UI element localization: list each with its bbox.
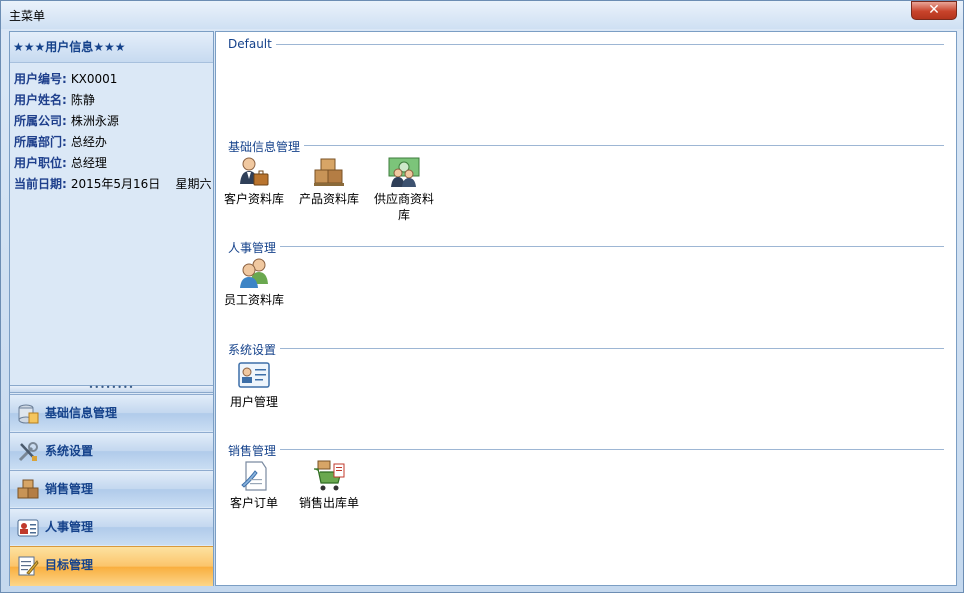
company-row: 所属公司: 株洲永源 xyxy=(14,112,119,130)
group-divider xyxy=(228,449,944,450)
tile-label: 供应商资料库 xyxy=(373,192,434,222)
info-value: 陈静 xyxy=(70,93,95,107)
info-label: 所属部门: xyxy=(14,135,67,149)
group-divider xyxy=(228,44,944,45)
window-title: 主菜单 xyxy=(9,9,46,23)
title-bar[interactable]: 主菜单 ✕ xyxy=(1,1,963,29)
date-row: 当前日期: 2015年5月16日 星期六 xyxy=(14,175,212,193)
nav-label: 人事管理 xyxy=(45,520,94,534)
id-card-icon xyxy=(17,519,39,537)
nav-item-hr[interactable]: 人事管理 xyxy=(10,508,213,545)
tile-user-management[interactable]: 用户管理 xyxy=(219,358,289,410)
group-divider xyxy=(228,348,944,349)
customer-icon xyxy=(240,157,269,186)
tile-label: 客户订单 xyxy=(229,496,278,510)
user-card-icon xyxy=(238,362,270,388)
group-default: Default xyxy=(216,37,956,127)
tools-icon xyxy=(18,442,38,462)
group-divider xyxy=(228,145,944,146)
group-system-settings: 系统设置 用户管理 xyxy=(216,341,956,436)
group-title: 系统设置 xyxy=(228,341,281,358)
group-title: 销售管理 xyxy=(228,442,281,459)
tile-product-db[interactable]: 产品资料库 xyxy=(294,155,364,207)
main-panel: Default 基础信息管理 客户资料库 产品资料库 供应商资料库 人事管理 员… xyxy=(215,31,957,586)
info-value: 2015年5月16日 星期六 xyxy=(70,177,212,191)
tile-label: 用户管理 xyxy=(229,395,278,409)
group-title: 人事管理 xyxy=(228,239,281,256)
database-icon xyxy=(18,404,39,424)
info-value: 株洲永源 xyxy=(70,114,119,128)
main-window: 主菜单 ✕ ★★★用户信息★★★ 用户编号: KX0001 用户姓名: 陈静 所属公… xyxy=(0,0,964,593)
position-row: 用户职位: 总经理 xyxy=(14,154,107,172)
group-title: Default xyxy=(228,37,276,51)
tile-employee-db[interactable]: 员工资料库 xyxy=(219,256,289,308)
user-info-header: ★★★用户信息★★★ xyxy=(10,32,213,63)
tile-label: 员工资料库 xyxy=(223,293,284,307)
order-document-icon xyxy=(241,461,267,491)
employees-icon xyxy=(240,258,268,288)
group-divider xyxy=(228,246,944,247)
tile-customer-orders[interactable]: 客户订单 xyxy=(219,459,289,511)
nav-item-sales[interactable]: 销售管理 xyxy=(10,470,213,507)
close-button[interactable]: ✕ xyxy=(911,1,957,20)
group-hr: 人事管理 员工资料库 xyxy=(216,239,956,334)
info-label: 用户职位: xyxy=(14,156,67,170)
sidebar: ★★★用户信息★★★ 用户编号: KX0001 用户姓名: 陈静 所属公司: 株洲永源… xyxy=(9,31,214,586)
info-value: KX0001 xyxy=(70,72,118,86)
nav-label: 目标管理 xyxy=(45,558,94,572)
user-id-row: 用户编号: KX0001 xyxy=(14,70,117,88)
nav-item-goals[interactable]: 目标管理 xyxy=(10,546,213,586)
info-label: 用户编号: xyxy=(14,72,67,86)
supplier-icon xyxy=(388,157,420,187)
tile-label: 销售出库单 xyxy=(298,496,359,510)
tile-customer-db[interactable]: 客户资料库 xyxy=(219,155,289,207)
product-boxes-icon xyxy=(314,158,344,186)
tile-label: 产品资料库 xyxy=(298,192,359,206)
nav-label: 销售管理 xyxy=(45,482,94,496)
user-name-row: 用户姓名: 陈静 xyxy=(14,91,95,109)
info-label: 用户姓名: xyxy=(14,93,67,107)
group-sales: 销售管理 客户订单 销售出库单 xyxy=(216,442,956,537)
notepad-icon xyxy=(18,556,39,576)
panel-splitter[interactable]: •••••••• xyxy=(10,384,213,393)
group-title: 基础信息管理 xyxy=(228,138,305,155)
info-label: 当前日期: xyxy=(14,177,67,191)
nav-label: 基础信息管理 xyxy=(45,406,118,420)
nav-label: 系统设置 xyxy=(45,444,94,458)
info-value: 总经办 xyxy=(70,135,107,149)
user-info-panel: 用户编号: KX0001 用户姓名: 陈静 所属公司: 株洲永源 所属部门: 总经办 用… xyxy=(10,64,213,384)
shipping-cart-icon xyxy=(314,460,345,491)
group-basic-info: 基础信息管理 客户资料库 产品资料库 供应商资料库 xyxy=(216,138,956,233)
department-row: 所属部门: 总经办 xyxy=(14,133,107,151)
nav-item-system-settings[interactable]: 系统设置 xyxy=(10,432,213,469)
boxes-icon xyxy=(17,479,39,499)
tile-sales-delivery[interactable]: 销售出库单 xyxy=(294,459,364,511)
nav-item-basic-info[interactable]: 基础信息管理 xyxy=(10,394,213,431)
tile-label: 客户资料库 xyxy=(223,192,284,206)
info-label: 所属公司: xyxy=(14,114,67,128)
info-value: 总经理 xyxy=(70,156,107,170)
tile-supplier-db[interactable]: 供应商资料库 xyxy=(369,155,439,223)
